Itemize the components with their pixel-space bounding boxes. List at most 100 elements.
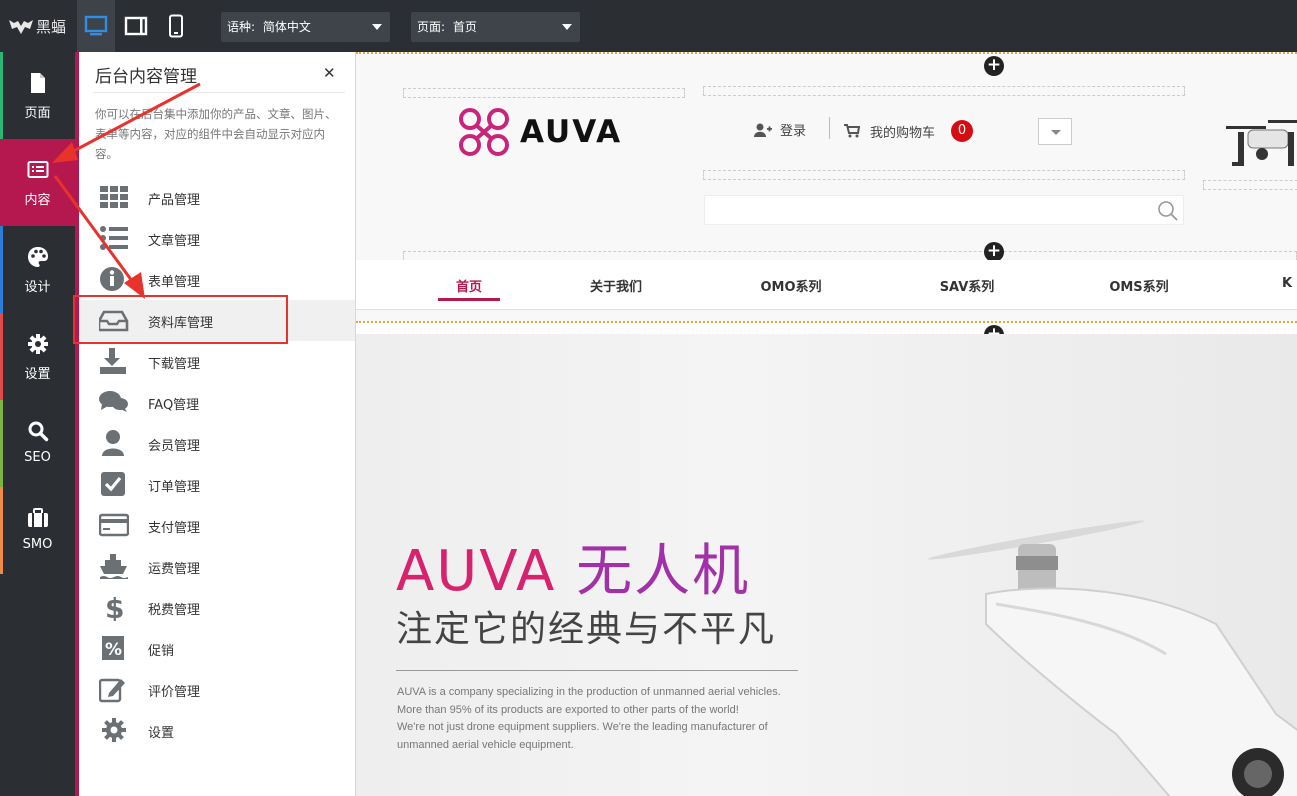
nav-item-oms[interactable]: OMS系列 xyxy=(1094,276,1184,295)
section-boundary xyxy=(356,321,1297,323)
menu-item-products[interactable]: 产品管理 xyxy=(79,177,355,218)
cart-count-badge: 0 xyxy=(951,120,974,142)
rail-item-settings[interactable]: 设置 xyxy=(0,313,75,400)
cart-label: 我的购物车 xyxy=(870,125,936,141)
rail-label: 设计 xyxy=(24,280,51,295)
menu-item-label: 税费管理 xyxy=(148,603,201,618)
menu-item-tax[interactable]: $ 税费管理 xyxy=(79,587,355,628)
placeholder-box xyxy=(703,86,1185,96)
tablet-view-button[interactable] xyxy=(117,0,155,52)
site-search-input[interactable] xyxy=(704,195,1184,225)
rail-label: SEO xyxy=(24,450,51,465)
rail-item-page[interactable]: 页面 xyxy=(0,52,75,139)
site-brand[interactable]: AUVA xyxy=(458,107,622,157)
logo[interactable]: 黑蝠 xyxy=(8,14,66,38)
menu-item-members[interactable]: 会员管理 xyxy=(79,423,355,464)
search-icon xyxy=(28,421,49,442)
rail-stripe xyxy=(0,487,3,574)
rail-stripe xyxy=(0,226,3,313)
desktop-icon xyxy=(84,15,108,36)
menu-item-shipping[interactable]: 运费管理 xyxy=(79,546,355,587)
login-label: 登录 xyxy=(780,124,807,139)
rail-item-smo[interactable]: SMO xyxy=(0,487,75,574)
menu-item-label: 设置 xyxy=(148,726,175,741)
menu-item-promotions[interactable]: % 促销 xyxy=(79,628,355,669)
menu-item-forms[interactable]: 表单管理 xyxy=(79,259,355,300)
panel-title: 后台内容管理 xyxy=(95,67,197,87)
rail-item-content[interactable]: 内容 xyxy=(0,139,75,226)
close-icon[interactable]: ✕ xyxy=(323,64,336,82)
nav-item-home[interactable]: 首页 xyxy=(438,276,500,295)
page-select[interactable]: 页面: 首页 xyxy=(411,12,580,42)
site-language-dropdown[interactable] xyxy=(1038,118,1072,145)
menu-item-orders[interactable]: 订单管理 xyxy=(79,464,355,505)
hero-desc-line: More than 95% of its products are export… xyxy=(397,703,739,716)
desktop-view-button[interactable] xyxy=(77,0,115,52)
content-management-panel: 后台内容管理 ✕ 你可以在后台集中添加你的产品、文章、图片、表单等内容，对应的组… xyxy=(79,52,356,796)
rail-label: 页面 xyxy=(24,106,51,121)
menu-item-label: 表单管理 xyxy=(148,275,201,290)
menu-item-settings[interactable]: 设置 xyxy=(79,710,355,751)
rail-label: SMO xyxy=(22,537,53,552)
menu-item-articles[interactable]: 文章管理 xyxy=(79,218,355,259)
content-list-icon xyxy=(27,161,49,178)
menu-item-label: FAQ管理 xyxy=(148,398,200,413)
caret-down-icon xyxy=(562,24,572,30)
hero-desc-line: We're not just drone equipment suppliers… xyxy=(397,721,768,733)
menu-item-payments[interactable]: 支付管理 xyxy=(79,505,355,546)
menu-item-faq[interactable]: FAQ管理 xyxy=(79,382,355,423)
menu-item-label: 下载管理 xyxy=(148,357,201,372)
user-add-icon xyxy=(754,123,772,137)
language-select-label: 语种: xyxy=(227,20,256,34)
download-icon xyxy=(100,348,126,374)
language-select-value: 简体中文 xyxy=(262,20,311,34)
language-select[interactable]: 语种: 简体中文 xyxy=(221,12,390,42)
add-section-icon[interactable]: + xyxy=(984,56,1004,76)
menu-item-reviews[interactable]: 评价管理 xyxy=(79,669,355,710)
panel-description: 你可以在后台集中添加你的产品、文章、图片、表单等内容，对应的组件中会自动显示对应… xyxy=(95,107,337,161)
menu-item-label: 评价管理 xyxy=(148,685,201,700)
drone-logo-icon xyxy=(459,108,509,156)
divider xyxy=(829,117,830,139)
section-boundary xyxy=(356,52,1297,54)
nav-item-omo[interactable]: OMO系列 xyxy=(746,276,836,295)
rail-stripe xyxy=(0,52,3,139)
hero-banner: AUVA 无人机 注定它的经典与不平凡 AUVA is a company sp… xyxy=(356,334,1297,796)
mobile-view-button[interactable] xyxy=(157,0,195,52)
placeholder-box xyxy=(703,170,1185,180)
menu-item-label: 产品管理 xyxy=(148,193,201,208)
hero-title: AUVA 无人机 xyxy=(396,526,750,607)
menu-item-label: 订单管理 xyxy=(148,480,201,495)
editor-app: 黑蝠 语种: 简体中文 页面: 首页 页面 内容 设计 设置 SEO SMO 后… xyxy=(0,0,1297,796)
rail-item-design[interactable]: 设计 xyxy=(0,226,75,313)
briefcase-icon xyxy=(28,508,48,527)
nav-item-k[interactable]: K xyxy=(1282,276,1297,291)
divider xyxy=(396,670,798,671)
page-select-label: 页面: xyxy=(417,20,446,34)
caret-down-icon xyxy=(372,24,382,30)
rail-label: 内容 xyxy=(24,193,51,208)
placeholder-box xyxy=(403,88,685,98)
edit-icon xyxy=(99,678,125,703)
hero-desc-line: unmanned aerial vehicle equipment. xyxy=(397,738,574,751)
list-icon xyxy=(100,226,128,250)
credit-card-icon xyxy=(99,513,129,537)
hero-subtitle: 注定它的经典与不平凡 xyxy=(396,609,777,650)
cart-link[interactable]: 我的购物车 0 xyxy=(844,120,974,142)
bat-logo-icon xyxy=(9,20,33,34)
menu-item-downloads[interactable]: 下载管理 xyxy=(79,341,355,382)
rail-item-seo[interactable]: SEO xyxy=(0,400,75,487)
rail-label: 设置 xyxy=(24,367,51,382)
hero-title-brand: AUVA xyxy=(396,539,557,604)
rail-stripe xyxy=(0,313,3,400)
hero-description: AUVA is a company specializing in the pr… xyxy=(397,684,781,754)
palette-icon xyxy=(28,247,48,267)
nav-item-sav[interactable]: SAV系列 xyxy=(922,276,1012,295)
dollar-icon: $ xyxy=(105,593,124,621)
checkbox-icon xyxy=(101,472,125,496)
add-section-icon[interactable]: + xyxy=(984,242,1004,262)
drone-hero-image xyxy=(927,520,1297,796)
mobile-icon xyxy=(169,14,183,38)
login-link[interactable]: 登录 xyxy=(754,120,806,139)
nav-item-about[interactable]: 关于我们 xyxy=(576,276,656,295)
